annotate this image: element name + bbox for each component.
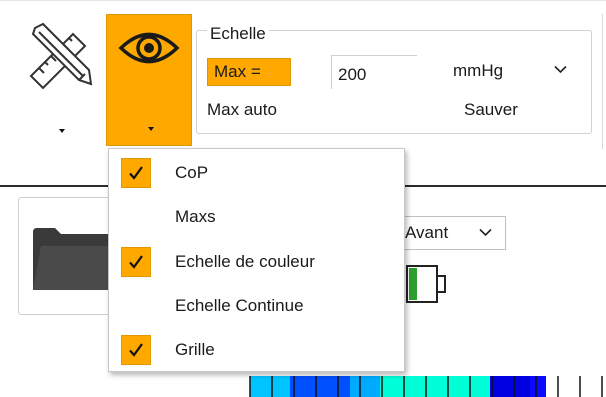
max-toggle[interactable]: Max =	[207, 58, 291, 86]
menu-item-label: Maxs	[175, 207, 216, 226]
chevron-down-icon	[148, 127, 154, 131]
view-side-select[interactable]: Avant	[398, 216, 506, 250]
tools-button[interactable]	[18, 16, 100, 144]
chevron-down-icon	[59, 129, 65, 133]
menu-item-grille[interactable]: Grille	[109, 330, 404, 370]
checkmark-box	[121, 158, 151, 188]
checkmark-icon	[129, 166, 143, 180]
unit-select-value: mmHg	[453, 61, 504, 80]
menu-item-label: Echelle de couleur	[175, 252, 315, 271]
top-border	[0, 0, 606, 1]
checkmark-icon	[129, 343, 143, 357]
max-value-input[interactable]: 200	[331, 55, 417, 89]
menu-item-label: Grille	[175, 340, 215, 359]
menu-item-cop[interactable]: CoP	[109, 153, 404, 193]
battery-icon	[406, 265, 446, 303]
menu-item-label: Echelle Continue	[175, 296, 304, 315]
checkmark-icon	[129, 255, 143, 269]
view-side-value: Avant	[405, 223, 449, 242]
save-button[interactable]: Sauver	[464, 100, 518, 120]
ruler-pencil-icon	[29, 22, 93, 90]
menu-item-echelle-de-couleur[interactable]: Echelle de couleur	[109, 242, 404, 282]
chevron-down-icon	[554, 65, 567, 74]
eye-icon	[118, 32, 180, 64]
menu-item-maxs[interactable]: Maxs	[109, 197, 404, 237]
checkmark-box	[121, 247, 151, 277]
echelle-title: Echelle	[207, 24, 269, 44]
menu-item-echelle-continue[interactable]: Echelle Continue	[109, 286, 404, 326]
unit-select[interactable]: mmHg	[449, 59, 575, 85]
view-options-button[interactable]	[106, 14, 192, 146]
checkmark-box	[121, 335, 151, 365]
pressure-heatmap	[249, 376, 606, 397]
menu-item-label: CoP	[175, 163, 209, 182]
view-options-menu: CoP Maxs Echelle de couleur Echelle Cont…	[108, 148, 405, 372]
toolbar-divider	[602, 14, 603, 149]
chevron-down-icon	[479, 228, 492, 237]
max-auto-option[interactable]: Max auto	[207, 100, 277, 120]
